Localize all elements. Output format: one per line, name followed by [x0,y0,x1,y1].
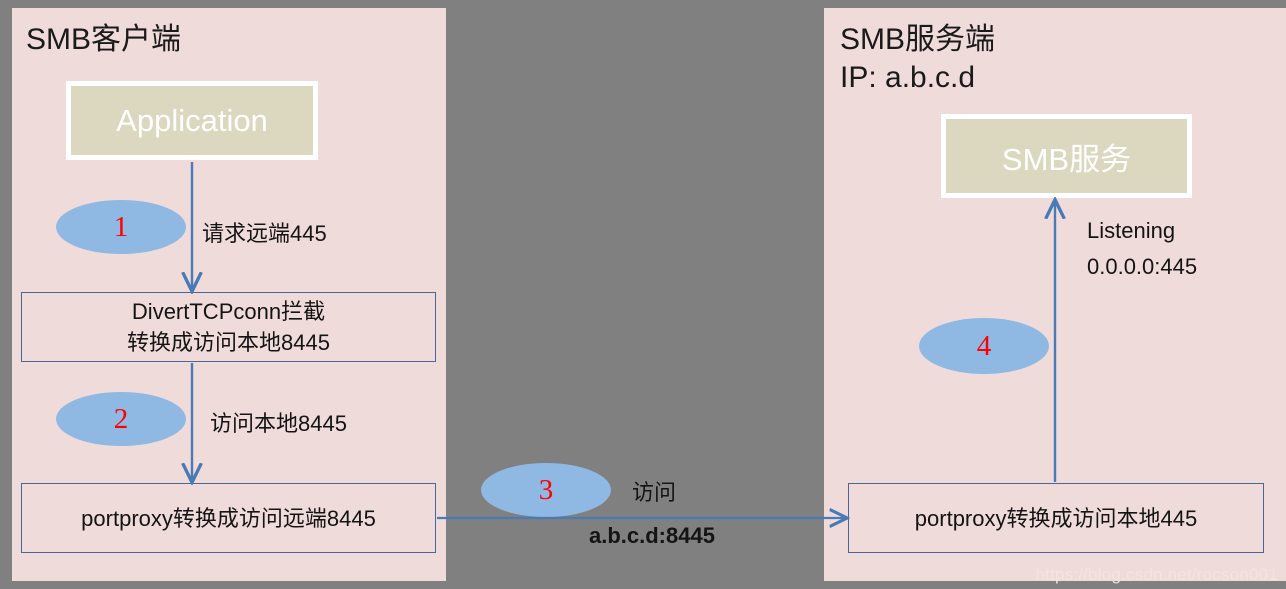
server-portproxy-label: portproxy转换成访问本地445 [914,505,1198,531]
step-4-badge: 4 [919,318,1049,374]
watermark: https://blog.csdn.net/rocson001 [1035,565,1278,584]
listening-label-line-1: Listening [1087,218,1176,243]
application-box: Application [66,81,318,160]
server-portproxy-box: portproxy转换成访问本地445 [848,483,1264,553]
step-3-number: 3 [538,473,554,506]
divert-box-line-2: 转换成访问本地8445 [127,330,330,355]
diagram-canvas: SMB客户端 Application 1 请求远端445 DivertTCPco… [0,0,1286,589]
application-box-label: Application [116,102,268,138]
divert-tcp-conn-box: DivertTCPconn拦截 转换成访问本地8445 [21,292,436,362]
client-portproxy-label: portproxy转换成访问远端8445 [81,505,376,531]
smb-client-title: SMB客户端 [26,23,182,56]
step-2-number: 2 [113,402,129,435]
step-1-number: 1 [113,210,129,243]
smb-server-title-line-2: IP: a.b.c.d [840,61,976,94]
client-portproxy-box: portproxy转换成访问远端8445 [21,483,436,553]
step-1-badge: 1 [56,200,186,254]
smb-server-title-line-1: SMB服务端 [840,23,996,56]
divert-box-line-1: DivertTCPconn拦截 [131,299,326,324]
smb-service-box-label: SMB服务 [1001,141,1132,177]
step-4-number: 4 [976,329,992,362]
listening-label-line-2: 0.0.0.0:445 [1087,254,1198,279]
step-2-arrow-label: 访问本地8445 [210,411,347,436]
step-1-arrow-label: 请求远端445 [202,221,327,246]
smb-service-box: SMB服务 [941,114,1192,198]
step-3-arrow-label-line-2: a.b.c.d:8445 [589,523,715,548]
step-3-badge: 3 [481,463,611,517]
step-3-arrow-label-line-1: 访问 [632,480,677,505]
step-2-badge: 2 [56,392,186,446]
